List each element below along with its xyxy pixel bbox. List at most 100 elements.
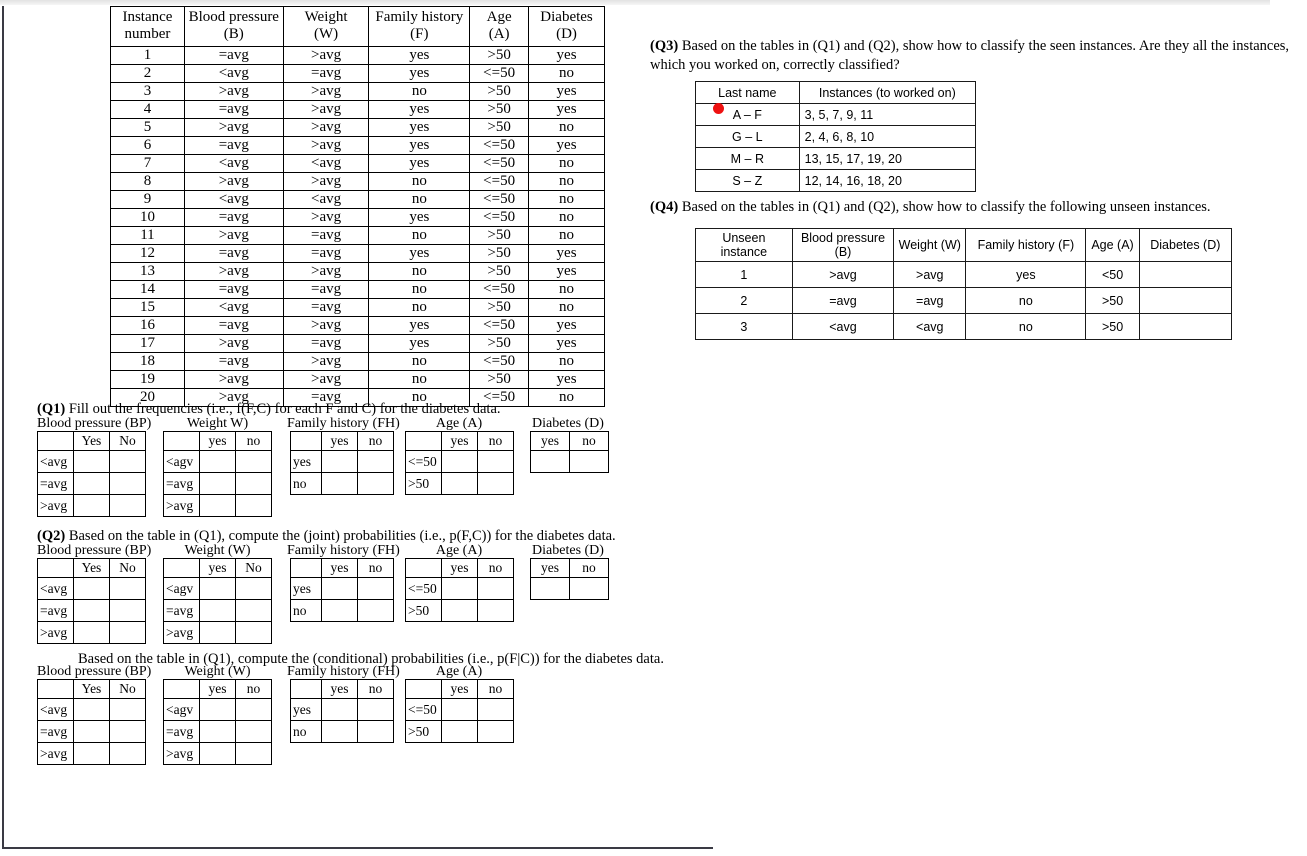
grid-blank-cell[interactable] [199, 472, 236, 495]
grid-header-row: yes no [163, 679, 272, 699]
grid-blank-cell[interactable] [235, 720, 272, 743]
grid-blank-cell[interactable] [235, 698, 272, 721]
table-cell: no [528, 297, 605, 317]
grid-blank-cell[interactable] [477, 577, 514, 600]
grid-blank-cell[interactable] [477, 698, 514, 721]
grid-blank-cell[interactable] [235, 577, 272, 600]
q2-grid-weight[interactable]: yes No <agv =avg >avg [163, 558, 272, 644]
q2b-caption-bp: Blood pressure (BP) [37, 664, 152, 679]
grid-blank-cell[interactable] [321, 698, 358, 721]
q2b-caption-fh: Family history (FH) [287, 664, 400, 679]
grid-blank-cell[interactable] [199, 621, 236, 644]
grid-blank-cell[interactable] [357, 472, 394, 495]
grid-blank-cell[interactable] [477, 472, 514, 495]
grid-blank-cell[interactable] [235, 621, 272, 644]
grid-blank-cell[interactable] [235, 494, 272, 517]
conditional-grid-weight[interactable]: yes no <agv =avg >avg [163, 679, 272, 765]
grid-blank-cell[interactable] [109, 698, 146, 721]
grid-blank-cell[interactable] [441, 577, 478, 600]
grid-blank-cell[interactable] [477, 599, 514, 622]
grid-blank-cell[interactable] [199, 698, 236, 721]
grid-blank-cell[interactable] [199, 494, 236, 517]
q2-grid-age[interactable]: yes no <=50 >50 [405, 558, 514, 622]
grid-blank-cell[interactable] [73, 698, 110, 721]
grid-blank-cell[interactable] [441, 720, 478, 743]
q2-grid-family-history[interactable]: yes no yes no [290, 558, 394, 622]
grid-blank-cell[interactable] [321, 720, 358, 743]
grid-blank-cell[interactable] [530, 450, 570, 473]
grid-blank-cell[interactable] [73, 577, 110, 600]
q4-answer-cell[interactable] [1138, 287, 1233, 314]
grid-blank-cell[interactable] [235, 742, 272, 765]
grid-blank-cell[interactable] [199, 599, 236, 622]
grid-blank-cell[interactable] [321, 577, 358, 600]
grid-blank-cell[interactable] [235, 450, 272, 473]
grid-blank-cell[interactable] [441, 698, 478, 721]
q4-answer-cell[interactable] [1138, 261, 1233, 288]
grid-blank-cell[interactable] [199, 720, 236, 743]
grid-blank-cell[interactable] [235, 472, 272, 495]
conditional-grid-age[interactable]: yes no <=50 >50 [405, 679, 514, 743]
grid-blank-cell[interactable] [321, 599, 358, 622]
table-cell: no [368, 171, 471, 191]
q2-grid-blood-pressure[interactable]: Yes No <avg =avg >avg [37, 558, 146, 644]
grid-blank-cell[interactable] [73, 621, 110, 644]
grid-blank-cell[interactable] [109, 577, 146, 600]
conditional-grid-family-history[interactable]: yes no yes no [290, 679, 394, 743]
grid-blank-cell[interactable] [73, 450, 110, 473]
grid-blank-cell[interactable] [357, 698, 394, 721]
grid-blank-cell[interactable] [569, 577, 609, 600]
grid-row: yes [290, 698, 394, 721]
grid-blank-cell[interactable] [199, 742, 236, 765]
table-cell: yes [528, 243, 605, 263]
grid-blank-cell[interactable] [73, 742, 110, 765]
q2b-caption-age: Age (A) [435, 664, 483, 679]
grid-column-header: yes [441, 558, 478, 578]
grid-blank-cell[interactable] [441, 472, 478, 495]
grid-blank-cell[interactable] [73, 472, 110, 495]
grid-row-label: <=50 [405, 450, 442, 473]
table-row: 7 <avg <avg yes <=50 no [110, 153, 605, 173]
table-cell: >avg [282, 135, 370, 155]
table-cell: >avg [183, 333, 284, 353]
q4-answer-cell[interactable] [1138, 313, 1233, 340]
q1-grid-diabetes[interactable]: yes no [530, 431, 609, 473]
grid-blank-cell[interactable] [357, 720, 394, 743]
grid-blank-cell[interactable] [109, 599, 146, 622]
grid-blank-cell[interactable] [235, 599, 272, 622]
grid-blank-cell[interactable] [477, 450, 514, 473]
grid-blank-cell[interactable] [109, 621, 146, 644]
grid-blank-cell[interactable] [441, 599, 478, 622]
q1-grid-weight[interactable]: yes no <agv =avg >avg [163, 431, 272, 517]
grid-blank-cell[interactable] [109, 720, 146, 743]
grid-blank-cell[interactable] [321, 450, 358, 473]
grid-blank-cell[interactable] [199, 450, 236, 473]
grid-blank-cell[interactable] [441, 450, 478, 473]
grid-blank-cell[interactable] [357, 450, 394, 473]
grid-column-header: no [569, 431, 609, 451]
grid-blank-cell[interactable] [530, 577, 570, 600]
grid-blank-cell[interactable] [109, 472, 146, 495]
grid-row: >50 [405, 472, 514, 495]
grid-blank-cell[interactable] [73, 599, 110, 622]
grid-row: yes [290, 577, 394, 600]
grid-blank-cell[interactable] [73, 494, 110, 517]
q1-grid-blood-pressure[interactable]: Yes No <avg =avg >avg [37, 431, 146, 517]
grid-blank-cell[interactable] [357, 577, 394, 600]
grid-row: <=50 [405, 698, 514, 721]
grid-blank-cell[interactable] [569, 450, 609, 473]
grid-blank-cell[interactable] [321, 472, 358, 495]
grid-blank-cell[interactable] [109, 742, 146, 765]
grid-blank-cell[interactable] [199, 577, 236, 600]
grid-blank-cell[interactable] [109, 494, 146, 517]
conditional-grid-blood-pressure[interactable]: Yes No <avg =avg >avg [37, 679, 146, 765]
q2-grid-diabetes[interactable]: yes no [530, 558, 609, 600]
grid-blank-cell[interactable] [109, 450, 146, 473]
grid-blank-cell[interactable] [357, 599, 394, 622]
q1-grid-age[interactable]: yes no <=50 >50 [405, 431, 514, 495]
grid-blank-cell[interactable] [73, 720, 110, 743]
grid-row: =avg [37, 472, 146, 495]
q1-grid-family-history[interactable]: yes no yes no [290, 431, 394, 495]
table-cell: 12 [110, 243, 185, 263]
grid-blank-cell[interactable] [477, 720, 514, 743]
